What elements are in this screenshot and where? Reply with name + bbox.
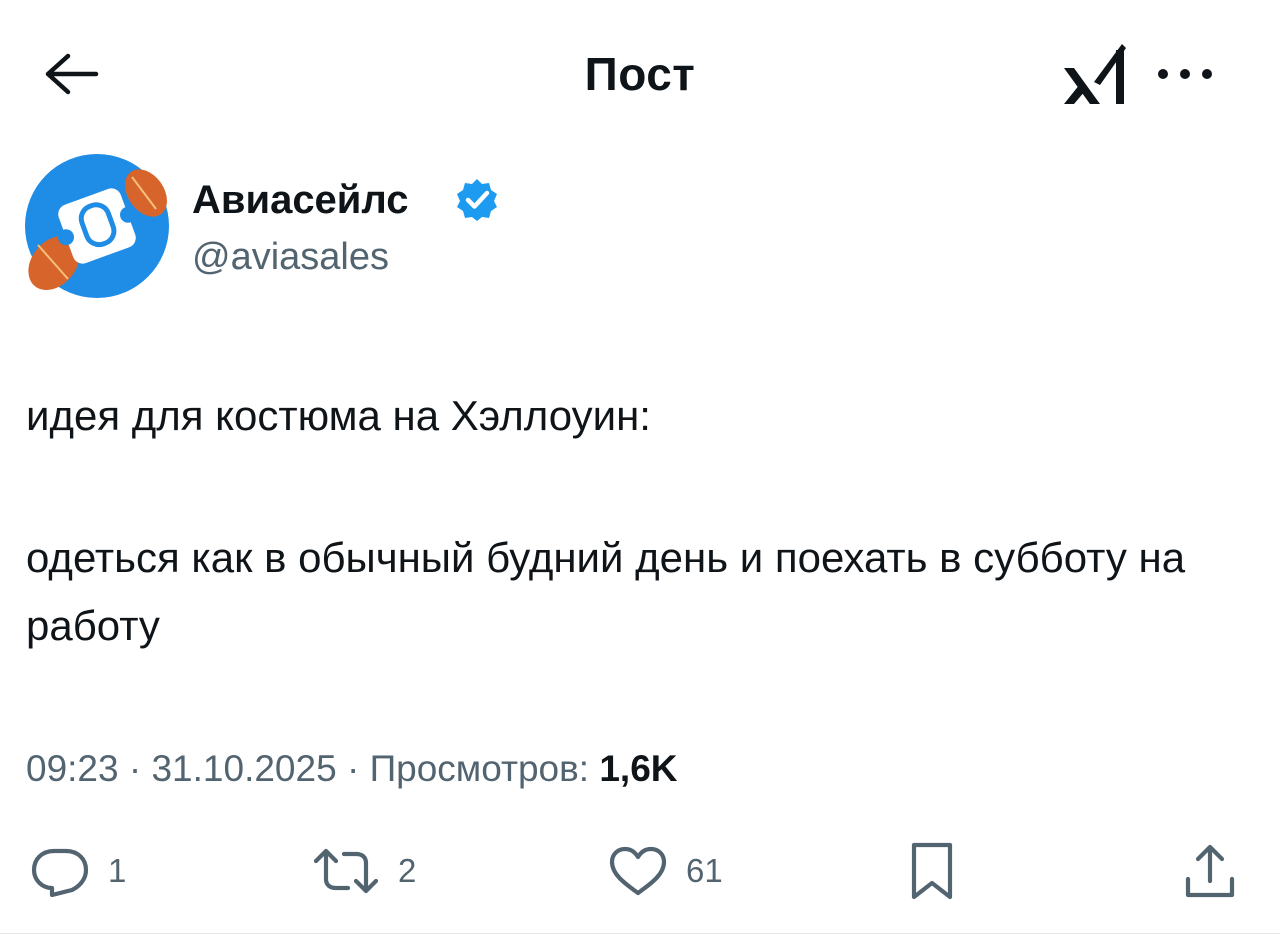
repost-button[interactable]: 2 xyxy=(312,836,416,906)
bookmark-icon xyxy=(911,842,953,900)
meta-separator: · xyxy=(128,748,152,789)
repost-count: 2 xyxy=(398,852,417,889)
grok-button[interactable] xyxy=(1054,38,1134,110)
post-time[interactable]: 09:23 xyxy=(26,748,119,789)
aviasales-logo-icon xyxy=(25,154,169,298)
reply-count: 1 xyxy=(108,852,127,889)
like-count: 61 xyxy=(686,852,723,889)
bookmark-button[interactable] xyxy=(902,836,962,906)
more-horizontal-icon xyxy=(1158,69,1212,79)
more-button[interactable] xyxy=(1150,52,1220,96)
share-button[interactable] xyxy=(1180,836,1240,906)
post-line: идея для костюма на Хэллоуин: xyxy=(26,392,651,439)
post-date[interactable]: 31.10.2025 xyxy=(151,748,336,789)
heart-icon xyxy=(609,846,667,896)
divider xyxy=(0,933,1280,934)
reply-icon xyxy=(31,848,89,897)
repost-icon xyxy=(313,848,379,894)
meta-separator: · xyxy=(346,748,370,789)
author-name[interactable]: Авиасейлс xyxy=(192,177,409,223)
verified-badge-icon xyxy=(454,176,500,222)
avatar[interactable] xyxy=(24,153,170,299)
back-button[interactable] xyxy=(38,48,102,100)
arrow-left-icon xyxy=(45,53,99,95)
reply-button[interactable]: 1 xyxy=(30,836,126,906)
post-text: идея для костюма на Хэллоуин: одеться ка… xyxy=(26,382,1256,660)
grok-logo-icon xyxy=(1064,44,1126,104)
like-button[interactable]: 61 xyxy=(608,836,723,906)
author-handle[interactable]: @aviasales xyxy=(192,234,389,280)
views-count: 1,6K xyxy=(599,748,678,789)
post-meta: 09:23 · 31.10.2025 · Просмотров: 1,6K xyxy=(26,745,678,793)
post-line: одеться как в обычный будний день и поех… xyxy=(26,534,1186,649)
share-icon xyxy=(1185,844,1235,898)
views-label: Просмотров: xyxy=(369,748,590,789)
